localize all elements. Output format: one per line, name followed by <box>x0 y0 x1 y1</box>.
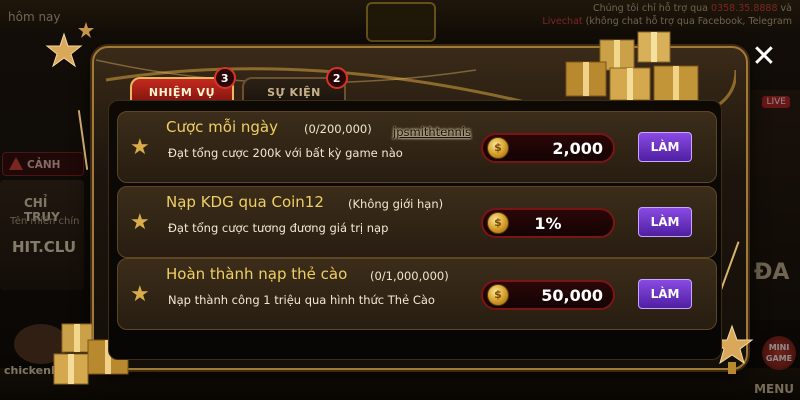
star-icon: ★ <box>130 210 150 235</box>
close-icon: ✕ <box>751 39 777 74</box>
star-ornament-icon <box>45 22 94 68</box>
watermark-text: jpsmithtennis <box>393 125 472 139</box>
star-icon: ★ <box>130 282 150 307</box>
coin-icon: $ <box>487 137 509 159</box>
coin-icon: $ <box>487 284 509 306</box>
task-description: Nạp thành công 1 triệu qua hình thức Thẻ… <box>168 293 435 307</box>
task-title: Hoàn thành nạp thẻ cào <box>166 265 348 283</box>
task-row: ★ Hoàn thành nạp thẻ cào (0/1,000,000) N… <box>117 258 717 330</box>
star-icon: ★ <box>130 135 150 160</box>
task-progress: (0/1,000,000) <box>370 269 449 283</box>
task-row: ★ Nạp KDG qua Coin12 (Không giới hạn) Đạ… <box>117 186 717 258</box>
task-row: ★ Cược mỗi ngày (0/200,000) Đạt tổng cượ… <box>117 111 717 183</box>
task-limit: (Không giới hạn) <box>348 197 444 211</box>
task-reward: $ 50,000 <box>481 280 615 310</box>
task-title: Cược mỗi ngày <box>166 118 278 136</box>
task-description: Đạt tổng cược 200k với bất kỳ game nào <box>168 146 403 160</box>
coin-icon: $ <box>487 212 509 234</box>
tab-events-label: SỰ KIỆN <box>267 86 321 99</box>
close-button[interactable]: ✕ <box>748 42 780 74</box>
task-reward-value: 1% <box>534 214 562 233</box>
task-reward-value: 2,000 <box>552 139 603 158</box>
do-task-button[interactable]: LÀM <box>638 207 692 237</box>
tab-missions-count: 3 <box>214 67 236 89</box>
do-task-button[interactable]: LÀM <box>638 132 692 162</box>
task-reward: $ 1% <box>481 208 615 238</box>
tab-missions-label: NHIỆM VỤ <box>148 86 216 99</box>
task-reward: $ 2,000 <box>481 133 615 163</box>
task-reward-value: 50,000 <box>541 286 603 305</box>
tab-events-count: 2 <box>326 67 348 89</box>
task-title: Nạp KDG qua Coin12 <box>166 193 324 211</box>
task-progress: (0/200,000) <box>304 122 372 136</box>
task-description: Đạt tổng cược tương đương giá trị nạp <box>168 221 389 235</box>
do-task-button[interactable]: LÀM <box>638 279 692 309</box>
